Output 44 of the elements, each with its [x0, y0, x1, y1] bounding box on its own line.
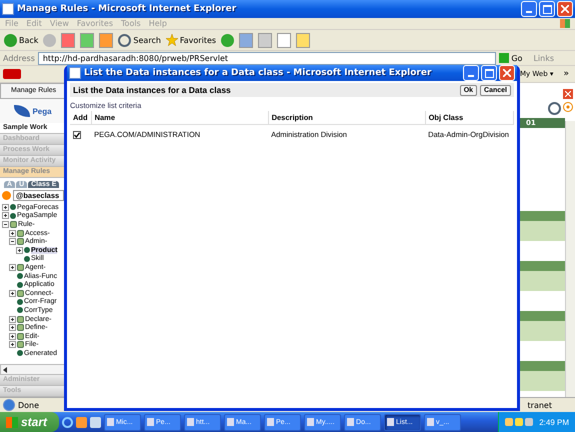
- back-button[interactable]: Back: [4, 34, 38, 46]
- maximize-button[interactable]: [481, 65, 497, 81]
- vertical-scrollbar[interactable]: [565, 121, 575, 397]
- close-button[interactable]: [557, 1, 573, 17]
- expand-icon[interactable]: [9, 230, 16, 237]
- search-button[interactable]: Search: [118, 34, 161, 46]
- class-icon: [17, 290, 24, 297]
- expand-icon[interactable]: [9, 332, 16, 340]
- collapse-icon[interactable]: [9, 238, 16, 246]
- search-icon[interactable]: [548, 102, 561, 115]
- collapse-icon[interactable]: [2, 220, 9, 228]
- expand-icon[interactable]: [9, 324, 16, 332]
- expand-icon[interactable]: [16, 246, 23, 254]
- window-title: List the Data instances for a Data class - Microsoft Internet Explorer: [84, 68, 432, 78]
- logo: Pega: [0, 99, 66, 123]
- restore-button[interactable]: [539, 1, 555, 17]
- clock: 2:49 PM: [539, 418, 569, 426]
- address-field[interactable]: http://hd-pardhasaradh:8080/prweb/PRServlet: [38, 52, 496, 64]
- more-button[interactable]: »: [563, 69, 569, 79]
- windows-flag-icon: [560, 19, 570, 28]
- dialog-heading: List the Data instances for a Data class: [73, 85, 232, 95]
- go-button[interactable]: Go: [499, 53, 522, 63]
- star-icon: [166, 34, 178, 46]
- minimize-button[interactable]: [521, 1, 537, 17]
- zone-text: tranet: [528, 400, 552, 410]
- expand-icon[interactable]: [9, 264, 16, 271]
- expand-icon[interactable]: [9, 316, 16, 323]
- expand-icon[interactable]: [2, 212, 9, 220]
- expand-icon[interactable]: [2, 204, 9, 211]
- expand-icon[interactable]: [9, 290, 16, 297]
- window-title: Manage Rules - Microsoft Internet Explorer: [17, 4, 236, 14]
- minimize-button[interactable]: [463, 65, 479, 81]
- expand-icon[interactable]: [9, 341, 16, 348]
- instance-icon: [17, 350, 23, 356]
- checkbox[interactable]: [73, 130, 81, 138]
- help-icon[interactable]: [563, 102, 573, 112]
- class-icon: [2, 191, 11, 200]
- close-icon[interactable]: [563, 89, 573, 99]
- favorites-button[interactable]: Favorites: [166, 34, 216, 46]
- address-label: Address: [3, 54, 35, 62]
- status-text: Done: [3, 399, 40, 411]
- close-button[interactable]: [499, 65, 515, 81]
- horizontal-scrollbar[interactable]: [0, 364, 66, 375]
- class-icon: [17, 264, 24, 271]
